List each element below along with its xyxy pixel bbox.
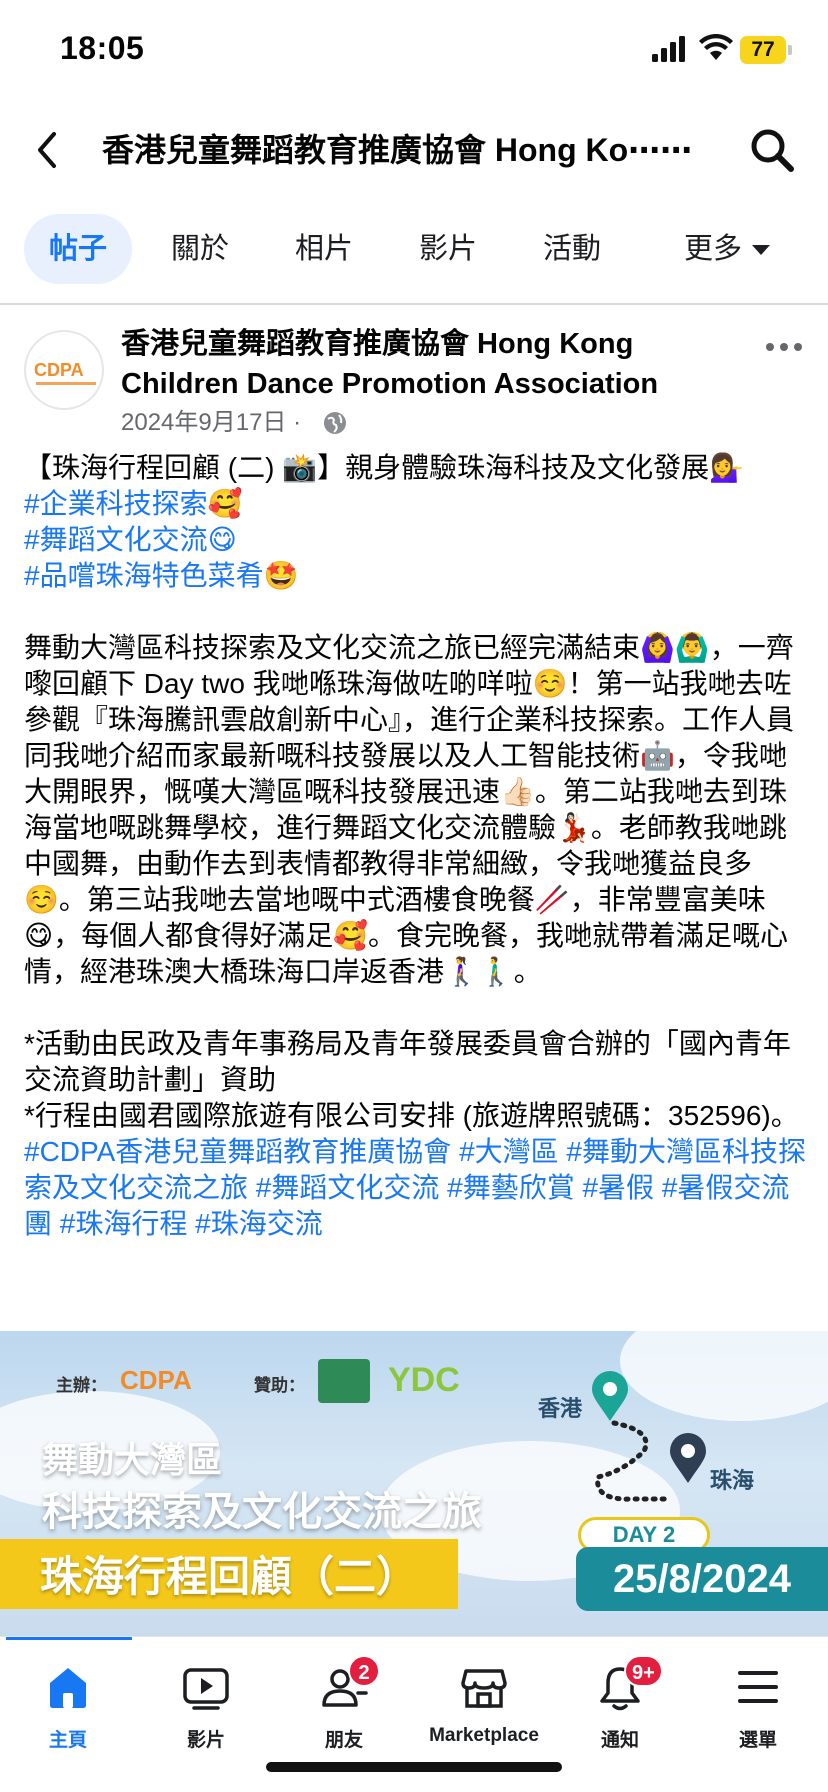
back-icon[interactable] bbox=[30, 128, 66, 172]
route-destination: 珠海 bbox=[710, 1468, 755, 1493]
status-bar: 18:05 77 bbox=[0, 0, 828, 100]
banner-organizer-label: 主辦： bbox=[56, 1376, 107, 1395]
route-origin: 香港 bbox=[538, 1396, 583, 1421]
tab-about[interactable]: 關於 bbox=[148, 214, 252, 284]
tab-more[interactable]: 更多 bbox=[652, 214, 802, 284]
post-body: 【珠海行程回顧 (二) 📸】親身體驗珠海科技及文化發展💁‍♀️ #企業科技探索🥰… bbox=[24, 450, 810, 1242]
sponsor-logo-icon bbox=[318, 1359, 370, 1403]
bottom-tab-marketplace[interactable]: Marketplace bbox=[422, 1655, 546, 1765]
post-date[interactable]: 2024年9月17日 · bbox=[121, 406, 301, 440]
banner-organizer-logo: CDPA bbox=[120, 1365, 192, 1395]
banner-title-line1: 舞動大灣區 bbox=[42, 1439, 223, 1480]
cloud-decoration bbox=[620, 1331, 828, 1421]
more-options-icon[interactable] bbox=[764, 340, 804, 354]
page-title[interactable]: 香港兒童舞蹈教育推廣協會 Hong Ko⋯⋯ bbox=[102, 128, 722, 172]
bottom-tab-video[interactable]: 影片 bbox=[146, 1655, 266, 1765]
bottom-tab-home[interactable]: 主頁 bbox=[8, 1655, 128, 1765]
tab-videos[interactable]: 影片 bbox=[396, 214, 500, 284]
banner-title-line2: 科技探索及文化交流之旅 bbox=[42, 1490, 482, 1534]
battery-level: 77 bbox=[751, 38, 775, 61]
banner-sponsor-logo: YDC bbox=[388, 1361, 460, 1399]
avatar-logo-underline bbox=[36, 382, 96, 385]
banner-title-line3: 珠海行程回顧（二） bbox=[40, 1553, 419, 1600]
hashtag-line[interactable]: #品嚐珠海特色菜肴🤩 bbox=[24, 558, 810, 594]
wifi-icon bbox=[699, 34, 733, 60]
tab-photos[interactable]: 相片 bbox=[272, 214, 376, 284]
page-tabs: 帖子 關於 相片 影片 活動 更多 bbox=[0, 214, 828, 290]
tab-posts[interactable]: 帖子 bbox=[24, 214, 132, 284]
page-avatar[interactable]: CDPA bbox=[24, 330, 104, 410]
globe-icon bbox=[324, 412, 346, 434]
banner-sponsor-label: 贊助： bbox=[254, 1376, 305, 1395]
tab-events[interactable]: 活動 bbox=[520, 214, 624, 284]
battery-indicator: 77 bbox=[740, 36, 792, 64]
search-icon[interactable] bbox=[748, 126, 796, 174]
caret-down-icon bbox=[752, 245, 770, 256]
map-pin-icon bbox=[670, 1433, 706, 1483]
bottom-tab-label: 主頁 bbox=[48, 1730, 87, 1751]
banner-date: 25/8/2024 bbox=[576, 1547, 828, 1611]
bottom-tab-label: 通知 bbox=[600, 1730, 639, 1751]
hashtag-line[interactable]: #企業科技探索🥰 bbox=[24, 486, 810, 522]
bottom-tab-notifications[interactable]: 9+ 通知 bbox=[560, 1655, 680, 1765]
bottom-tab-label: Marketplace bbox=[429, 1725, 539, 1746]
battery-cap bbox=[788, 45, 792, 55]
marketplace-icon bbox=[461, 1669, 507, 1708]
bottom-tab-label: 影片 bbox=[186, 1730, 225, 1751]
tabs-divider bbox=[0, 303, 828, 305]
home-indicator[interactable] bbox=[266, 1762, 562, 1772]
notifications-badge: 9+ bbox=[624, 1655, 663, 1687]
hashtag-line[interactable]: #舞蹈文化交流😋 bbox=[24, 522, 810, 558]
menu-icon bbox=[738, 1671, 778, 1703]
post-author[interactable]: 香港兒童舞蹈教育推廣協會 Hong Kong Children Dance Pr… bbox=[121, 324, 741, 404]
bottom-tab-friends[interactable]: 2 朋友 bbox=[284, 1655, 404, 1765]
friends-badge: 2 bbox=[348, 1655, 380, 1687]
bottom-tab-label: 朋友 bbox=[324, 1730, 363, 1751]
post-note: *行程由國君國際旅遊有限公司安排 (旅遊牌照號碼：352596)。 bbox=[24, 1100, 799, 1131]
cellular-signal-icon bbox=[652, 36, 685, 62]
avatar-logo-text: CDPA bbox=[34, 360, 84, 380]
footer-hashtags[interactable]: #CDPA香港兒童舞蹈教育推廣協會 #大灣區 #舞動大灣區科技探索及文化交流之旅… bbox=[24, 1134, 810, 1242]
post-title-line: 【珠海行程回顧 (二) 📸】親身體驗珠海科技及文化發展💁‍♀️ bbox=[24, 452, 744, 483]
post-note: *活動由民政及青年事務局及青年發展委員會合辦的「國內青年交流資助計劃」資助 bbox=[24, 1028, 791, 1095]
active-tab-indicator bbox=[6, 1637, 132, 1640]
video-icon bbox=[183, 1668, 229, 1710]
top-nav: 香港兒童舞蹈教育推廣協會 Hong Ko⋯⋯ bbox=[0, 100, 828, 200]
status-time: 18:05 bbox=[60, 30, 145, 66]
bottom-tab-label: 選單 bbox=[738, 1730, 777, 1751]
tab-more-label: 更多 bbox=[683, 233, 742, 265]
post-paragraph: 舞動大灣區科技探索及文化交流之旅已經完滿結束🙆‍♀️🙆‍♂️，一齊嚟回顧下 Da… bbox=[24, 632, 795, 987]
post-image[interactable]: 主辦： CDPA 贊助： YDC 舞動大灣區 科技探索及文化交流之旅 珠海行程回… bbox=[0, 1331, 828, 1636]
home-icon bbox=[50, 1668, 86, 1708]
bottom-tab-menu[interactable]: 選單 bbox=[698, 1655, 818, 1765]
